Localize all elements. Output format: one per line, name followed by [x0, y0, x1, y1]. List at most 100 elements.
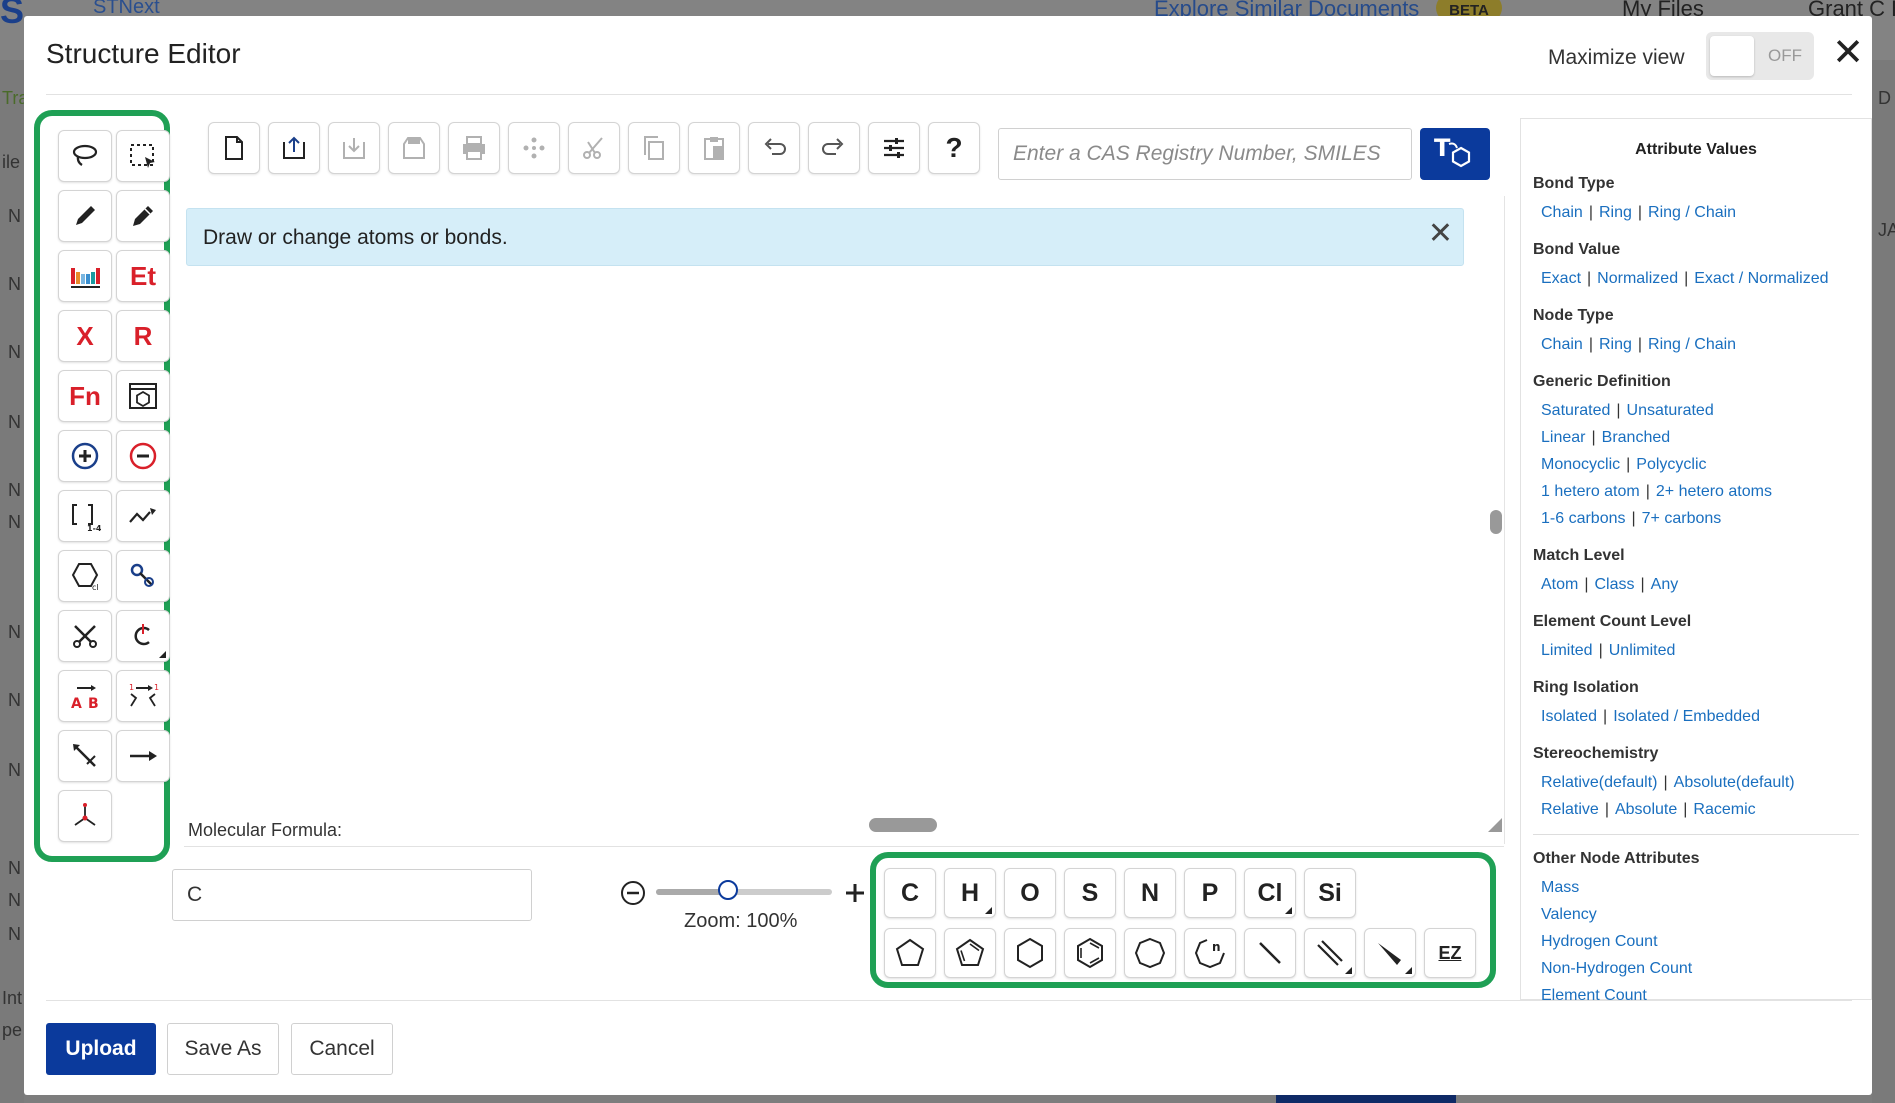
- bond-lock-icon[interactable]: [116, 550, 170, 602]
- download-icon[interactable]: [328, 122, 380, 174]
- charge-plus-icon[interactable]: [58, 430, 112, 482]
- charge-minus-icon[interactable]: [116, 430, 170, 482]
- atom-button-p[interactable]: P: [1184, 868, 1236, 918]
- redo-icon[interactable]: [808, 122, 860, 174]
- atom-button-c[interactable]: C: [884, 868, 936, 918]
- cyclohexane-icon[interactable]: [1004, 928, 1056, 978]
- settings-sliders-icon[interactable]: [868, 122, 920, 174]
- upload-file-icon[interactable]: [268, 122, 320, 174]
- attribute-option-link[interactable]: Exact / Normalized: [1694, 270, 1828, 287]
- attribute-option-link[interactable]: Any: [1651, 576, 1679, 593]
- custom-ring-icon[interactable]: n: [1184, 928, 1236, 978]
- zoom-slider-thumb[interactable]: [718, 880, 739, 900]
- attribute-option-link[interactable]: Unlimited: [1609, 642, 1676, 659]
- attribute-option-link[interactable]: Monocyclic: [1541, 456, 1620, 473]
- measure-icon[interactable]: [58, 730, 112, 782]
- help-icon[interactable]: ?: [928, 122, 980, 174]
- attribute-option-link[interactable]: Ring / Chain: [1648, 336, 1736, 353]
- rgroup-button[interactable]: R: [116, 310, 170, 362]
- structure-search-button[interactable]: T: [1420, 128, 1490, 180]
- atom-button-cl[interactable]: Cl: [1244, 868, 1296, 918]
- attribute-option-link[interactable]: 1-6 carbons: [1541, 510, 1626, 527]
- template-icon[interactable]: [116, 370, 170, 422]
- bond-cut-icon[interactable]: [58, 610, 112, 662]
- other-attribute-link[interactable]: Non-Hydrogen Count: [1541, 960, 1692, 978]
- ez-stereo-button[interactable]: EZ: [1424, 928, 1476, 978]
- attribute-option-link[interactable]: Relative(default): [1541, 774, 1658, 791]
- attribute-option-link[interactable]: 7+ carbons: [1642, 510, 1722, 527]
- periodic-table-icon[interactable]: [58, 250, 112, 302]
- drawing-canvas[interactable]: [184, 196, 1505, 844]
- benzene-icon[interactable]: [1064, 928, 1116, 978]
- zoom-in-icon[interactable]: [842, 880, 868, 906]
- other-attribute-link[interactable]: Valency: [1541, 906, 1597, 924]
- attribute-option-link[interactable]: Polycyclic: [1636, 456, 1706, 473]
- function-group-button[interactable]: Fn: [58, 370, 112, 422]
- attribute-option-link[interactable]: Ring / Chain: [1648, 204, 1736, 221]
- attribute-option-link[interactable]: Class: [1595, 576, 1635, 593]
- maximize-view-toggle[interactable]: OFF: [1706, 32, 1814, 80]
- undo-icon[interactable]: [748, 122, 800, 174]
- attribute-option-link[interactable]: Isolated: [1541, 708, 1597, 725]
- attribute-option-link[interactable]: Exact: [1541, 270, 1581, 287]
- attribute-option-link[interactable]: 1 hetero atom: [1541, 483, 1640, 500]
- canvas-horizontal-scrollbar[interactable]: [869, 818, 937, 832]
- attachment-point-icon[interactable]: [58, 790, 112, 842]
- attribute-option-link[interactable]: Linear: [1541, 429, 1585, 446]
- other-attribute-link[interactable]: Element Count: [1541, 987, 1647, 1005]
- pencil-draw-icon[interactable]: [58, 190, 112, 242]
- attribute-option-link[interactable]: Atom: [1541, 576, 1578, 593]
- cut-icon[interactable]: [568, 122, 620, 174]
- multi-bond-icon[interactable]: [1304, 928, 1356, 978]
- attribute-option-link[interactable]: Absolute(default): [1674, 774, 1795, 791]
- paste-icon[interactable]: [688, 122, 740, 174]
- variable-x-button[interactable]: X: [58, 310, 112, 362]
- attribute-option-link[interactable]: Normalized: [1597, 270, 1678, 287]
- atom-button-o[interactable]: O: [1004, 868, 1056, 918]
- canvas-resize-icon[interactable]: [1486, 816, 1504, 834]
- stereo-center-icon[interactable]: [116, 610, 170, 662]
- atom-button-si[interactable]: Si: [1304, 868, 1356, 918]
- clean-structure-icon[interactable]: [388, 122, 440, 174]
- toggle-knob[interactable]: [1710, 36, 1754, 76]
- banner-close-icon[interactable]: ✕: [1428, 216, 1453, 251]
- attribute-option-link[interactable]: Ring: [1599, 204, 1632, 221]
- attribute-option-link[interactable]: Limited: [1541, 642, 1593, 659]
- other-attribute-link[interactable]: Hydrogen Count: [1541, 933, 1658, 951]
- attribute-option-link[interactable]: Isolated / Embedded: [1613, 708, 1760, 725]
- cas-smiles-search-input[interactable]: [998, 128, 1412, 180]
- zoom-slider[interactable]: [656, 880, 832, 900]
- cancel-button[interactable]: Cancel: [291, 1023, 393, 1075]
- attribute-option-link[interactable]: Relative: [1541, 801, 1599, 818]
- attribute-option-link[interactable]: Ring: [1599, 336, 1632, 353]
- repeat-bracket-icon[interactable]: 1-4: [58, 490, 112, 542]
- close-icon[interactable]: ✕: [1830, 34, 1866, 72]
- ring-count-icon[interactable]: cl: [58, 550, 112, 602]
- single-bond-icon[interactable]: [1244, 928, 1296, 978]
- atom-button-s[interactable]: S: [1064, 868, 1116, 918]
- atom-button-h[interactable]: H: [944, 868, 996, 918]
- new-document-icon[interactable]: [208, 122, 260, 174]
- rect-select-icon[interactable]: [116, 130, 170, 182]
- scatter-icon[interactable]: [508, 122, 560, 174]
- print-icon[interactable]: [448, 122, 500, 174]
- cycloheptane-icon[interactable]: [1124, 928, 1176, 978]
- zoom-out-icon[interactable]: [620, 880, 646, 906]
- reaction-arrow-icon[interactable]: [116, 730, 170, 782]
- attribute-option-link[interactable]: 2+ hetero atoms: [1656, 483, 1772, 500]
- other-attribute-link[interactable]: Mass: [1541, 879, 1579, 897]
- atom-mapping-icon[interactable]: 11: [116, 670, 170, 722]
- chain-icon[interactable]: [116, 490, 170, 542]
- lasso-select-icon[interactable]: [58, 130, 112, 182]
- save-as-button[interactable]: Save As: [167, 1023, 279, 1075]
- copy-icon[interactable]: [628, 122, 680, 174]
- pencil-edit-icon[interactable]: [116, 190, 170, 242]
- cyclopentane-icon[interactable]: [884, 928, 936, 978]
- attribute-option-link[interactable]: Racemic: [1693, 801, 1755, 818]
- upload-button[interactable]: Upload: [46, 1023, 156, 1075]
- attribute-option-link[interactable]: Saturated: [1541, 402, 1610, 419]
- canvas-vertical-scrollbar[interactable]: [1490, 510, 1502, 534]
- attribute-option-link[interactable]: Unsaturated: [1627, 402, 1714, 419]
- reaction-ab-icon[interactable]: AB: [58, 670, 112, 722]
- ethyl-shortcut-button[interactable]: Et: [116, 250, 170, 302]
